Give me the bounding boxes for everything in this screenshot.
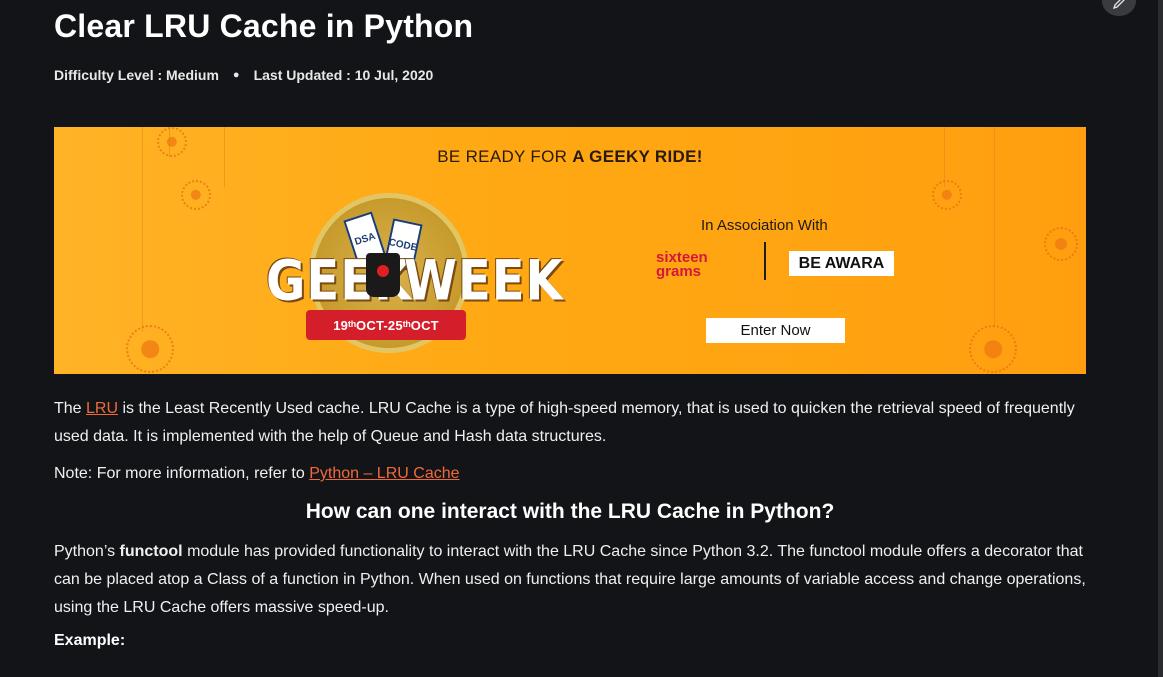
enter-now-button[interactable]: Enter Now [706, 318, 845, 343]
intro-text-end: is the Least Recently Used cache. LRU Ca… [54, 400, 1075, 445]
intro-text-start: The [54, 400, 87, 417]
functool-text-start: Python’s [54, 543, 120, 560]
scrollbar[interactable] [1158, 0, 1163, 677]
note-text: Note: For more information, refer to [54, 465, 310, 482]
section-heading: How can one interact with the LRU Cache … [305, 500, 835, 523]
geek-week-banner[interactable]: BE READY FOR A GEEKY RIDE! DSA CODE GEEK… [54, 127, 1086, 374]
sponsor1-line2: grams [656, 263, 702, 280]
functool-bold: functool [119, 543, 183, 560]
sponsor-be-awara-logo: BE AWARA [789, 251, 894, 276]
event-dates: 19ᵗʰOCT-25ᵗʰOCT [306, 310, 466, 340]
meta-separator: ● [232, 69, 240, 81]
intro-paragraph: The LRU is the Least Recently Used cache… [54, 395, 1094, 451]
article-meta: Difficulty Level : Medium ● Last Updated… [54, 67, 433, 83]
banner-decoration [126, 325, 174, 373]
example-label: Example: [54, 632, 126, 649]
banner-decoration [969, 325, 1017, 373]
note-paragraph: Note: For more information, refer to Pyt… [54, 460, 1094, 488]
sponsor-divider [764, 242, 766, 280]
banner-headline: BE READY FOR A GEEKY RIDE! [54, 147, 1086, 167]
python-lru-cache-link[interactable]: Python – LRU Cache [309, 465, 459, 482]
pencil-icon [1112, 0, 1125, 10]
banner-decoration [932, 180, 962, 210]
difficulty-level: Difficulty Level : Medium [54, 67, 219, 83]
last-updated: Last Updated : 10 Jul, 2020 [253, 67, 434, 83]
banner-headline-prefix: BE READY FOR [437, 147, 573, 166]
sponsor-sixteen-grams-logo: sixteen grams [656, 250, 708, 280]
bag-icon [366, 253, 400, 297]
functool-text-end: module has provided functionality to int… [54, 543, 1086, 616]
lru-link[interactable]: LRU [86, 400, 118, 417]
page-title: Clear LRU Cache in Python [54, 8, 474, 44]
banner-headline-bold: A GEEKY RIDE! [572, 147, 703, 166]
banner-decoration [1044, 227, 1078, 261]
functool-paragraph: Python’s functool module has provided fu… [54, 538, 1094, 622]
banner-decoration [181, 180, 211, 210]
association-label: In Association With [701, 217, 828, 234]
logo-week: WEEK [404, 248, 564, 314]
edit-button[interactable] [1102, 0, 1136, 16]
